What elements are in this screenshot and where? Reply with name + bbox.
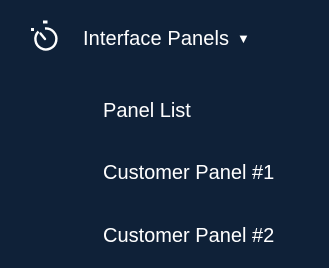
nav-group-interface-panels[interactable]: Interface Panels ▼ bbox=[0, 18, 329, 64]
nav-group-label: Interface Panels bbox=[83, 28, 230, 50]
nav-item-customer-panel-1[interactable]: Customer Panel #1 bbox=[103, 158, 323, 188]
stopwatch-icon bbox=[28, 18, 62, 58]
nav-item-panel-list[interactable]: Panel List bbox=[103, 96, 323, 126]
nav-item-customer-panel-2[interactable]: Customer Panel #2 bbox=[103, 221, 323, 251]
caret-down-icon[interactable]: ▼ bbox=[237, 29, 250, 49]
sidebar-nav: Interface Panels ▼ Panel List Customer P… bbox=[0, 0, 329, 268]
